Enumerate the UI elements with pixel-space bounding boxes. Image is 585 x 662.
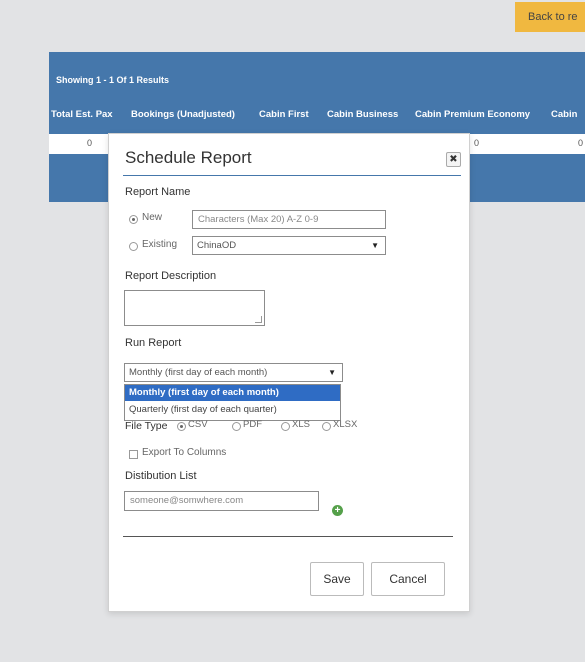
footer-divider — [123, 536, 453, 537]
option-quarterly[interactable]: Quarterly (first day of each quarter) — [125, 402, 340, 418]
dialog-title: Schedule Report — [125, 148, 252, 167]
file-type-csv-radio[interactable] — [177, 422, 186, 431]
file-type-pdf-label: PDF — [243, 419, 262, 430]
report-name-input[interactable]: Characters (Max 20) A-Z 0-9 — [192, 210, 386, 229]
column-header-bookings[interactable]: Bookings (Unadjusted) — [131, 109, 235, 120]
column-header-cabin[interactable]: Cabin — [551, 109, 577, 120]
title-divider — [123, 175, 461, 176]
column-header-cabin-premium-economy[interactable]: Cabin Premium Economy — [415, 109, 530, 120]
existing-report-value: ChinaOD — [197, 240, 237, 251]
save-button[interactable]: Save — [310, 562, 364, 596]
cancel-button[interactable]: Cancel — [371, 562, 445, 596]
results-count: Showing 1 - 1 Of 1 Results — [56, 75, 170, 85]
distribution-email-input[interactable]: someone@somwhere.com — [124, 491, 319, 511]
run-report-label: Run Report — [125, 337, 182, 349]
column-header-cabin-business[interactable]: Cabin Business — [327, 109, 398, 120]
export-to-columns-checkbox[interactable] — [129, 450, 138, 459]
file-type-pdf-radio[interactable] — [232, 422, 241, 431]
file-type-xlsx-radio[interactable] — [322, 422, 331, 431]
file-type-xls-radio[interactable] — [281, 422, 290, 431]
new-radio[interactable] — [129, 215, 138, 224]
table-cell: 0 — [578, 138, 584, 148]
run-report-value: Monthly (first day of each month) — [129, 367, 268, 378]
option-monthly[interactable]: Monthly (first day of each month) — [125, 385, 340, 401]
chevron-down-icon: ▼ — [328, 368, 336, 377]
distribution-list-label: Distibution List — [125, 470, 197, 482]
table-cell: 0 — [87, 138, 93, 148]
report-name-label: Report Name — [125, 186, 191, 198]
new-radio-label: New — [142, 212, 163, 223]
back-to-reports-button[interactable]: Back to re — [515, 2, 585, 32]
existing-radio[interactable] — [129, 242, 138, 251]
report-description-label: Report Description — [125, 270, 217, 282]
file-type-xlsx-label: XLSX — [333, 419, 358, 430]
existing-radio-label: Existing — [142, 239, 178, 250]
run-report-options: Monthly (first day of each month) Quarte… — [124, 384, 341, 421]
table-header: Total Est. Pax Bookings (Unadjusted) Cab… — [49, 109, 585, 129]
file-type-label: File Type — [125, 420, 168, 432]
column-header-cabin-first[interactable]: Cabin First — [259, 109, 309, 120]
chevron-down-icon: ▼ — [371, 241, 379, 250]
close-button[interactable]: ✖ — [446, 152, 461, 167]
table-cell: 0 — [474, 138, 480, 148]
add-recipient-icon[interactable]: + — [332, 505, 343, 516]
schedule-report-dialog: Schedule Report ✖ Report Name New Charac… — [108, 133, 470, 612]
report-description-textarea[interactable] — [124, 290, 265, 326]
export-to-columns-label: Export To Columns — [142, 447, 227, 458]
existing-report-select[interactable]: ChinaOD ▼ — [192, 236, 386, 255]
file-type-csv-label: CSV — [188, 419, 208, 430]
file-type-xls-label: XLS — [292, 419, 310, 430]
column-header-total-est-pax[interactable]: Total Est. Pax — [51, 109, 113, 120]
resize-handle-icon[interactable] — [255, 316, 262, 323]
run-report-select[interactable]: Monthly (first day of each month) ▼ — [124, 363, 343, 382]
